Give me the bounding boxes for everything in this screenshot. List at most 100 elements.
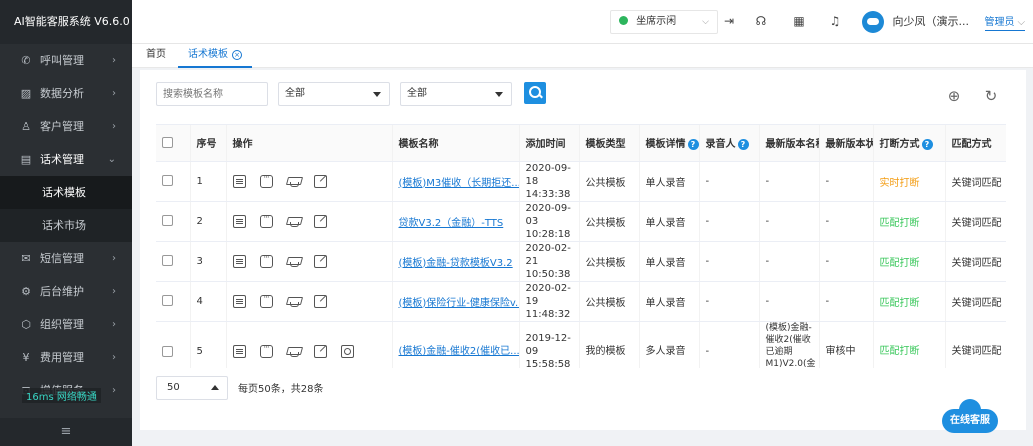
chevron-right-icon: › [112, 352, 116, 363]
sidebar-item-label: 数据分析 [40, 87, 84, 100]
cell-version-name: - [759, 241, 820, 282]
sidebar-subitem-script-templates[interactable]: 话术模板 [0, 176, 132, 209]
chevron-right-icon: › [112, 121, 116, 132]
cell-version-status: - [819, 201, 874, 242]
train-icon[interactable] [287, 255, 300, 268]
col-no: 序号 [190, 125, 227, 162]
sidebar-item-label: 呼叫管理 [40, 54, 84, 67]
cell-type: 公共模板 [579, 241, 640, 282]
view-doc-icon[interactable] [232, 174, 246, 188]
edit-icon[interactable] [313, 254, 327, 268]
cell-version-name: (模板)金融-催收2(催收已逾期M1)V2.0(金tts)恩 [759, 321, 820, 368]
page-tabs: 首页 话术模板 × [132, 44, 1033, 68]
network-status: 16ms 网络畅通 [22, 388, 101, 403]
row-checkbox[interactable] [162, 175, 173, 187]
cell-version-name: - [759, 281, 820, 322]
cell-interrupt: 匹配打断 [873, 281, 946, 322]
chat-icon[interactable] [259, 342, 273, 358]
view-doc-icon[interactable] [232, 214, 246, 228]
scan-icon[interactable] [340, 344, 354, 358]
row-checkbox[interactable] [162, 295, 173, 307]
online-service-button[interactable]: 在线客服 [942, 399, 998, 433]
help-icon[interactable]: ? [921, 139, 933, 151]
qrcode-icon[interactable]: ▦ [790, 12, 808, 30]
sidebar-item-label: 费用管理 [40, 351, 84, 364]
col-recorder: 录音人? [699, 125, 760, 162]
search-input[interactable] [156, 82, 268, 106]
template-name-link[interactable]: (模板)保险行业-健康保险v... [399, 298, 519, 309]
sidebar-item-sms[interactable]: ✉ 短信管理 › [0, 242, 132, 275]
tab-script-templates[interactable]: 话术模板 × [178, 44, 252, 68]
cell-interrupt: 匹配打断 [873, 241, 946, 282]
cell-match: 关键词匹配 [945, 241, 1006, 282]
sidebar-item-organization[interactable]: ⬡ 组织管理 › [0, 308, 132, 341]
row-checkbox[interactable] [162, 215, 173, 227]
cell-type: 我的模板 [579, 321, 640, 368]
select-all-checkbox[interactable] [162, 137, 173, 148]
sidebar-subitem-script-market[interactable]: 话术市场 [0, 209, 132, 242]
filter-select-1[interactable]: 全部 [278, 82, 390, 106]
user-menu[interactable]: 向少凤（演示... 管理员 ⌵ [862, 9, 1026, 35]
col-version-name: 最新版本名称 [759, 125, 820, 162]
sidebar-item-maintenance[interactable]: ⚙ 后台维护 › [0, 275, 132, 308]
bell-icon[interactable]: ♫ [826, 12, 844, 30]
edit-icon[interactable] [313, 174, 327, 188]
table-header-row: 序号 操作 模板名称 添加时间 模板类型 模板详情? 录音人? 最新版本名称 最… [156, 125, 1006, 162]
cell-version-name: - [759, 201, 820, 242]
chat-icon[interactable] [259, 252, 273, 268]
sidebar-item-call[interactable]: ✆ 呼叫管理 › [0, 44, 132, 77]
template-name-link[interactable]: (模板)金融-贷款模板V3.2 [399, 258, 513, 269]
edit-icon[interactable] [313, 214, 327, 228]
seat-status-dropdown[interactable]: 坐席示闲 ⌵ [610, 10, 718, 34]
view-doc-icon[interactable] [232, 294, 246, 308]
help-icon[interactable]: ? [737, 139, 749, 151]
sidebar-item-fees[interactable]: ¥ 费用管理 › [0, 341, 132, 374]
logout-icon[interactable]: ⇥ [720, 12, 738, 30]
headset-icon[interactable]: ☊ [752, 12, 770, 30]
chat-icon[interactable] [259, 212, 273, 228]
view-doc-icon[interactable] [232, 344, 246, 358]
sidebar: AI智能客服系统 V6.6.0 ✆ 呼叫管理 › ▨ 数据分析 › ♙ 客户管理… [0, 0, 132, 446]
cell-recorder: - [699, 281, 760, 322]
close-icon[interactable]: × [232, 50, 242, 60]
train-icon[interactable] [287, 215, 300, 228]
org-icon: ⬡ [21, 318, 31, 331]
sidebar-item-analytics[interactable]: ▨ 数据分析 › [0, 77, 132, 110]
train-icon[interactable] [287, 175, 300, 188]
view-doc-icon[interactable] [232, 254, 246, 268]
row-checkbox[interactable] [162, 255, 173, 267]
chat-icon[interactable] [259, 172, 273, 188]
caret-down-icon [373, 92, 381, 97]
cell-detail: 单人录音 [639, 241, 700, 282]
collapse-menu-icon[interactable]: ≡ [0, 418, 132, 446]
cell-time: 2020-02-19 11:48:32 [519, 281, 580, 322]
col-detail: 模板详情? [639, 125, 700, 162]
sidebar-item-customers[interactable]: ♙ 客户管理 › [0, 110, 132, 143]
template-name-link[interactable]: (模板)金融-催收2(催收已... [399, 346, 519, 357]
sidebar-item-scripts[interactable]: ▤ 话术管理 ⌄ [0, 143, 132, 176]
edit-icon[interactable] [313, 294, 327, 308]
template-name-link[interactable]: 贷款V3.2（金融）-TTS [399, 218, 504, 229]
edit-icon[interactable] [313, 344, 327, 358]
page-size-select[interactable]: 50 [156, 376, 228, 400]
search-button[interactable] [524, 82, 546, 104]
chart-icon: ▨ [20, 87, 32, 100]
refresh-icon[interactable]: ↻ [982, 88, 1000, 106]
tab-home[interactable]: 首页 [136, 44, 176, 68]
train-icon[interactable] [287, 345, 300, 358]
cell-match: 关键词匹配 [945, 281, 1006, 322]
template-name-link[interactable]: (模板)M3催收（长期拒还... [399, 178, 519, 189]
row-checkbox[interactable] [162, 345, 173, 357]
help-icon[interactable]: ? [687, 139, 698, 151]
sidebar-item-label: 组织管理 [40, 318, 84, 331]
chevron-down-icon: ⌵ [1017, 17, 1026, 28]
train-icon[interactable] [287, 295, 300, 308]
role-dropdown[interactable]: 管理员 ⌵ [984, 16, 1026, 31]
brand-title: AI智能客服系统 V6.6.0 [0, 0, 132, 44]
cell-no: 4 [190, 281, 227, 322]
add-icon[interactable]: ⊕ [945, 88, 963, 106]
person-icon: ♙ [21, 120, 31, 133]
filter-select-2[interactable]: 全部 [400, 82, 512, 106]
chevron-down-icon: ⌵ [702, 17, 709, 27]
chat-icon[interactable] [259, 292, 273, 308]
